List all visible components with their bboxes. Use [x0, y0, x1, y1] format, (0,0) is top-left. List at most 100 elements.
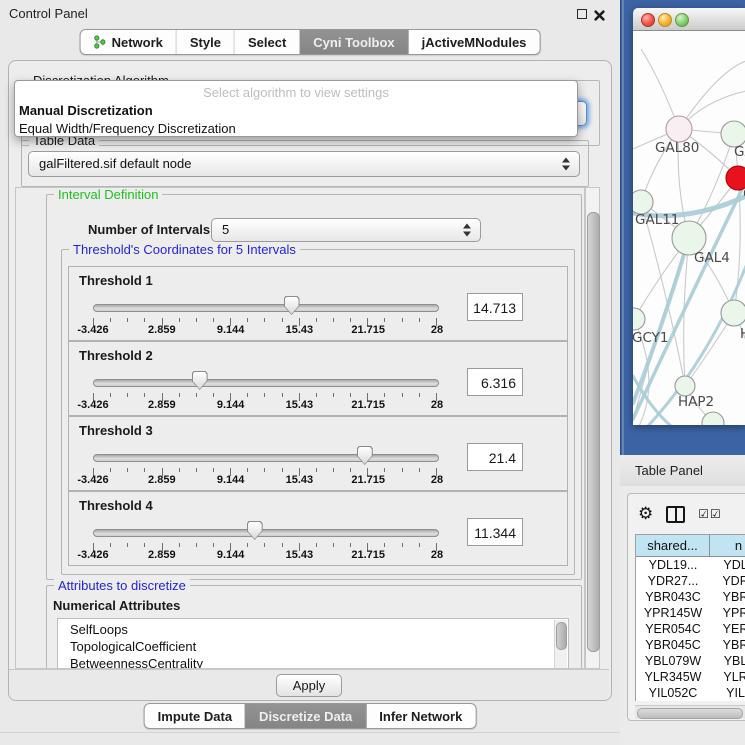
table-cell[interactable]: YBR043C [636, 589, 710, 605]
checkbox-icons[interactable]: ☑☑ [698, 507, 722, 521]
table-row[interactable]: YER054CYER0 [636, 621, 745, 637]
close-traffic-light-icon[interactable] [641, 13, 655, 27]
threshold-value-field[interactable]: 21.4 [467, 443, 523, 471]
numerical-attributes-label: Numerical Attributes [53, 598, 180, 613]
slider-thumb[interactable] [357, 446, 373, 465]
tab-label: Network [112, 35, 163, 50]
table-cell[interactable]: YER054C [636, 621, 710, 637]
network-node-gal11[interactable] [633, 190, 653, 214]
table-row[interactable]: YBR043CYBR0 [636, 589, 745, 605]
tab-impute-data[interactable]: Impute Data [145, 704, 245, 728]
top-tab-bar: Network StyleSelectCyni ToolboxjActiveMNo… [80, 29, 541, 55]
tick-mark [333, 393, 334, 397]
tab-network[interactable]: Network [81, 30, 176, 54]
table-cell[interactable]: YLR345W [636, 669, 710, 685]
table-cell[interactable]: YDR27... [636, 573, 710, 589]
table-cell[interactable]: YIL052C [636, 685, 710, 701]
threshold-value-field[interactable]: 14.713 [467, 293, 523, 321]
table-row[interactable]: YBL079WYBL0 [636, 653, 745, 669]
network-window-titlebar[interactable] [633, 8, 745, 31]
tab-infer-network[interactable]: Infer Network [365, 704, 475, 728]
scrollbar-thumb[interactable] [556, 622, 567, 650]
tab-select[interactable]: Select [234, 30, 299, 54]
tab-discretize-data[interactable]: Discretize Data [245, 704, 365, 728]
column-header-name[interactable]: n [710, 535, 745, 557]
network-node-gal80[interactable] [666, 116, 692, 142]
tick-label: 28 [431, 399, 443, 411]
table-cell[interactable]: YER0 [710, 621, 745, 637]
table-cell[interactable]: YBL0 [710, 653, 745, 669]
network-node-h[interactable] [721, 300, 745, 326]
popup-placeholder-item[interactable]: Select algorithm to view settings [15, 84, 577, 102]
panel-scrollbar[interactable] [585, 187, 600, 669]
tab-jactivemnodules[interactable]: jActiveMNodules [408, 30, 540, 54]
threshold-slider[interactable] [93, 454, 439, 462]
tick-mark [196, 468, 197, 472]
popup-item-manual-discretization[interactable]: Manual Discretization [15, 102, 577, 120]
split-view-icon[interactable] [666, 506, 685, 523]
table-row[interactable]: YIL052CYIL0 [636, 685, 745, 701]
tick-mark [384, 318, 385, 322]
table-cell[interactable]: YDR2 [710, 573, 745, 589]
minimize-traffic-light-icon[interactable] [658, 13, 672, 27]
table-row[interactable]: YDR27...YDR2 [636, 573, 745, 589]
zoom-traffic-light-icon[interactable] [675, 13, 689, 27]
threshold-slider[interactable] [93, 529, 439, 537]
column-header-shared[interactable]: shared... [636, 535, 710, 557]
numerical-attributes-list[interactable]: SelfLoopsTopologicalCoefficientBetweenne… [57, 618, 569, 669]
close-icon[interactable] [594, 8, 605, 19]
threshold-slider[interactable] [93, 304, 439, 312]
node-label: GAL4 [694, 250, 730, 266]
threshold-value-field[interactable]: 11.344 [467, 518, 523, 546]
table-cell[interactable]: YDL1 [710, 557, 745, 573]
network-node-gcy1[interactable] [633, 308, 645, 330]
tick-mark [419, 468, 420, 472]
table-data-combo[interactable]: galFiltered.sif default node [28, 151, 580, 177]
list-item-selfloops[interactable]: SelfLoops [58, 621, 568, 638]
table-row[interactable]: YDL19...YDL1 [636, 557, 745, 573]
apply-strip: Apply [9, 669, 609, 700]
slider-thumb[interactable] [247, 521, 263, 540]
table-cell[interactable]: YPR145W [636, 605, 710, 621]
tab-cyni-toolbox[interactable]: Cyni Toolbox [299, 30, 407, 54]
tick-mark [213, 318, 214, 322]
table-cell[interactable]: YIL0 [710, 685, 745, 701]
list-item-topologicalcoefficient[interactable]: TopologicalCoefficient [58, 638, 568, 655]
network-node-hap2[interactable] [675, 376, 695, 396]
tick-mark [402, 543, 403, 547]
tick-label: 2.859 [148, 324, 176, 336]
table-hscrollbar[interactable] [635, 705, 745, 719]
slider-thumb[interactable] [284, 296, 300, 315]
combo-arrows-icon [562, 158, 570, 171]
scrollbar-thumb[interactable] [637, 708, 743, 719]
number-of-intervals-combo[interactable]: 5 [211, 218, 481, 242]
float-window-icon[interactable] [577, 9, 587, 19]
gear-icon[interactable]: ⚙ [638, 504, 653, 524]
threshold-slider[interactable] [93, 379, 439, 387]
list-scrollbar[interactable] [554, 620, 567, 669]
table-row[interactable]: YPR145WYPR1 [636, 605, 745, 621]
tick-mark [110, 393, 111, 397]
table-cell[interactable]: YBR0 [710, 637, 745, 653]
apply-button[interactable]: Apply [276, 674, 342, 697]
table-cell[interactable]: YBR045C [636, 637, 710, 653]
tab-style[interactable]: Style [176, 30, 234, 54]
popup-item-equal-width-frequency[interactable]: Equal Width/Frequency Discretization [15, 120, 577, 138]
tick-label: 2.859 [148, 399, 176, 411]
threshold-value-field[interactable]: 6.316 [467, 368, 523, 396]
scrollbar-thumb[interactable] [587, 212, 600, 652]
table-cell[interactable]: YDL19... [636, 557, 710, 573]
table-cell[interactable]: YBL079W [636, 653, 710, 669]
list-item-betweennesscentrality[interactable]: BetweennessCentrality [58, 655, 568, 669]
tick-mark [144, 318, 145, 322]
table-cell[interactable]: YPR1 [710, 605, 745, 621]
table-row[interactable]: YLR345WYLR3 [636, 669, 745, 685]
network-canvas[interactable]: GAL80GACGAL11GAL4GCY1HHAP2 [633, 31, 745, 425]
tick-mark [384, 393, 385, 397]
table-cell[interactable]: YBR0 [710, 589, 745, 605]
slider-thumb[interactable] [192, 371, 208, 390]
table-cell[interactable]: YLR3 [710, 669, 745, 685]
node-label: GAL11 [635, 212, 679, 228]
table-row[interactable]: YBR045CYBR0 [636, 637, 745, 653]
tick-mark [384, 468, 385, 472]
